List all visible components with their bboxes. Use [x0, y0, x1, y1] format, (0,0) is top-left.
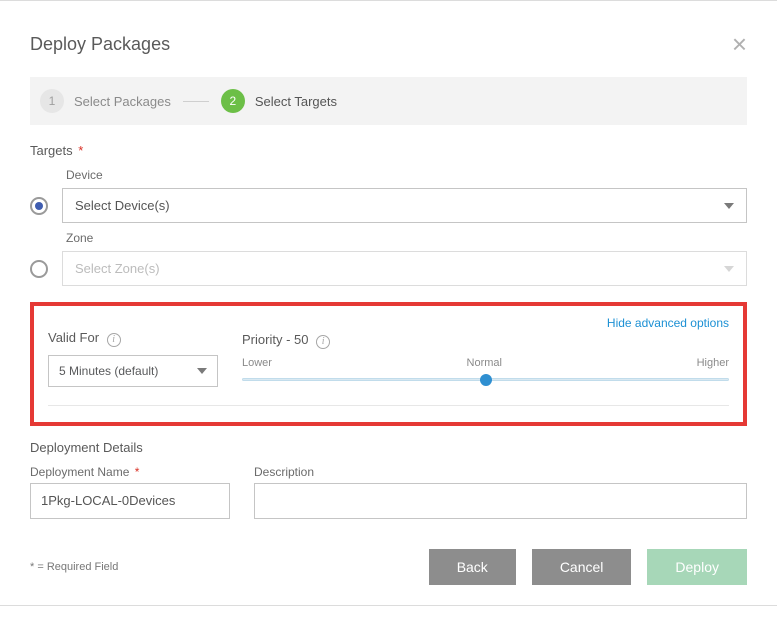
chevron-down-icon: [724, 203, 734, 209]
step-1-label: Select Packages: [74, 94, 171, 109]
deployment-name-label: Deployment Name *: [30, 465, 230, 479]
close-icon[interactable]: ×: [732, 31, 747, 57]
priority-slider-labels: Lower Normal Higher: [242, 357, 729, 369]
cancel-button[interactable]: Cancel: [532, 549, 632, 585]
slider-label-lower: Lower: [242, 357, 272, 369]
slider-label-normal: Normal: [467, 357, 502, 369]
step-1-circle: 1: [40, 89, 64, 113]
chevron-down-icon: [724, 266, 734, 272]
valid-for-value: 5 Minutes (default): [59, 364, 158, 378]
description-label: Description: [254, 465, 747, 479]
step-select-targets[interactable]: 2 Select Targets: [221, 89, 337, 113]
step-select-packages[interactable]: 1 Select Packages: [40, 89, 171, 113]
dialog-header: Deploy Packages ×: [30, 21, 747, 77]
info-icon[interactable]: i: [107, 333, 121, 347]
wizard-stepper: 1 Select Packages 2 Select Targets: [30, 77, 747, 125]
zone-select[interactable]: Select Zone(s): [62, 251, 747, 286]
device-label: Device: [66, 168, 747, 182]
valid-for-label: Valid For i: [48, 330, 218, 347]
device-select-placeholder: Select Device(s): [75, 198, 170, 213]
required-note: * = Required Field: [30, 561, 118, 573]
info-icon[interactable]: i: [316, 335, 330, 349]
valid-for-select[interactable]: 5 Minutes (default): [48, 355, 218, 387]
targets-section-label: Targets *: [30, 143, 747, 158]
footer-buttons: Back Cancel Deploy: [429, 549, 747, 585]
description-input[interactable]: [254, 483, 747, 519]
zone-radio[interactable]: [30, 260, 48, 278]
step-2-circle: 2: [221, 89, 245, 113]
description-group: Description: [254, 465, 747, 519]
priority-slider[interactable]: [242, 373, 729, 387]
slider-label-higher: Higher: [697, 357, 729, 369]
divider: [48, 405, 729, 406]
back-button[interactable]: Back: [429, 549, 516, 585]
deployment-details-section: Deployment Details Deployment Name * Des…: [30, 440, 747, 519]
deployment-details-label: Deployment Details: [30, 440, 747, 455]
priority-label: Priority - 50 i: [242, 332, 729, 349]
deploy-packages-dialog: Deploy Packages × 1 Select Packages 2 Se…: [0, 0, 777, 606]
advanced-options-section: Hide advanced options Valid For i 5 Minu…: [30, 302, 747, 426]
valid-for-group: Valid For i 5 Minutes (default): [48, 330, 218, 387]
slider-thumb[interactable]: [480, 374, 492, 386]
step-2-label: Select Targets: [255, 94, 337, 109]
priority-group: Priority - 50 i Lower Normal Higher: [242, 332, 729, 387]
deployment-name-input[interactable]: [30, 483, 230, 519]
step-connector: [183, 101, 209, 102]
device-select[interactable]: Select Device(s): [62, 188, 747, 223]
hide-advanced-options-link[interactable]: Hide advanced options: [607, 316, 729, 330]
dialog-title: Deploy Packages: [30, 34, 170, 55]
deploy-button[interactable]: Deploy: [647, 549, 747, 585]
required-asterisk: *: [135, 465, 140, 479]
chevron-down-icon: [197, 368, 207, 374]
deployment-name-group: Deployment Name *: [30, 465, 230, 519]
zone-label: Zone: [66, 231, 747, 245]
required-asterisk: *: [78, 143, 83, 158]
dialog-footer: * = Required Field Back Cancel Deploy: [30, 549, 747, 585]
zone-select-placeholder: Select Zone(s): [75, 261, 160, 276]
device-radio[interactable]: [30, 197, 48, 215]
